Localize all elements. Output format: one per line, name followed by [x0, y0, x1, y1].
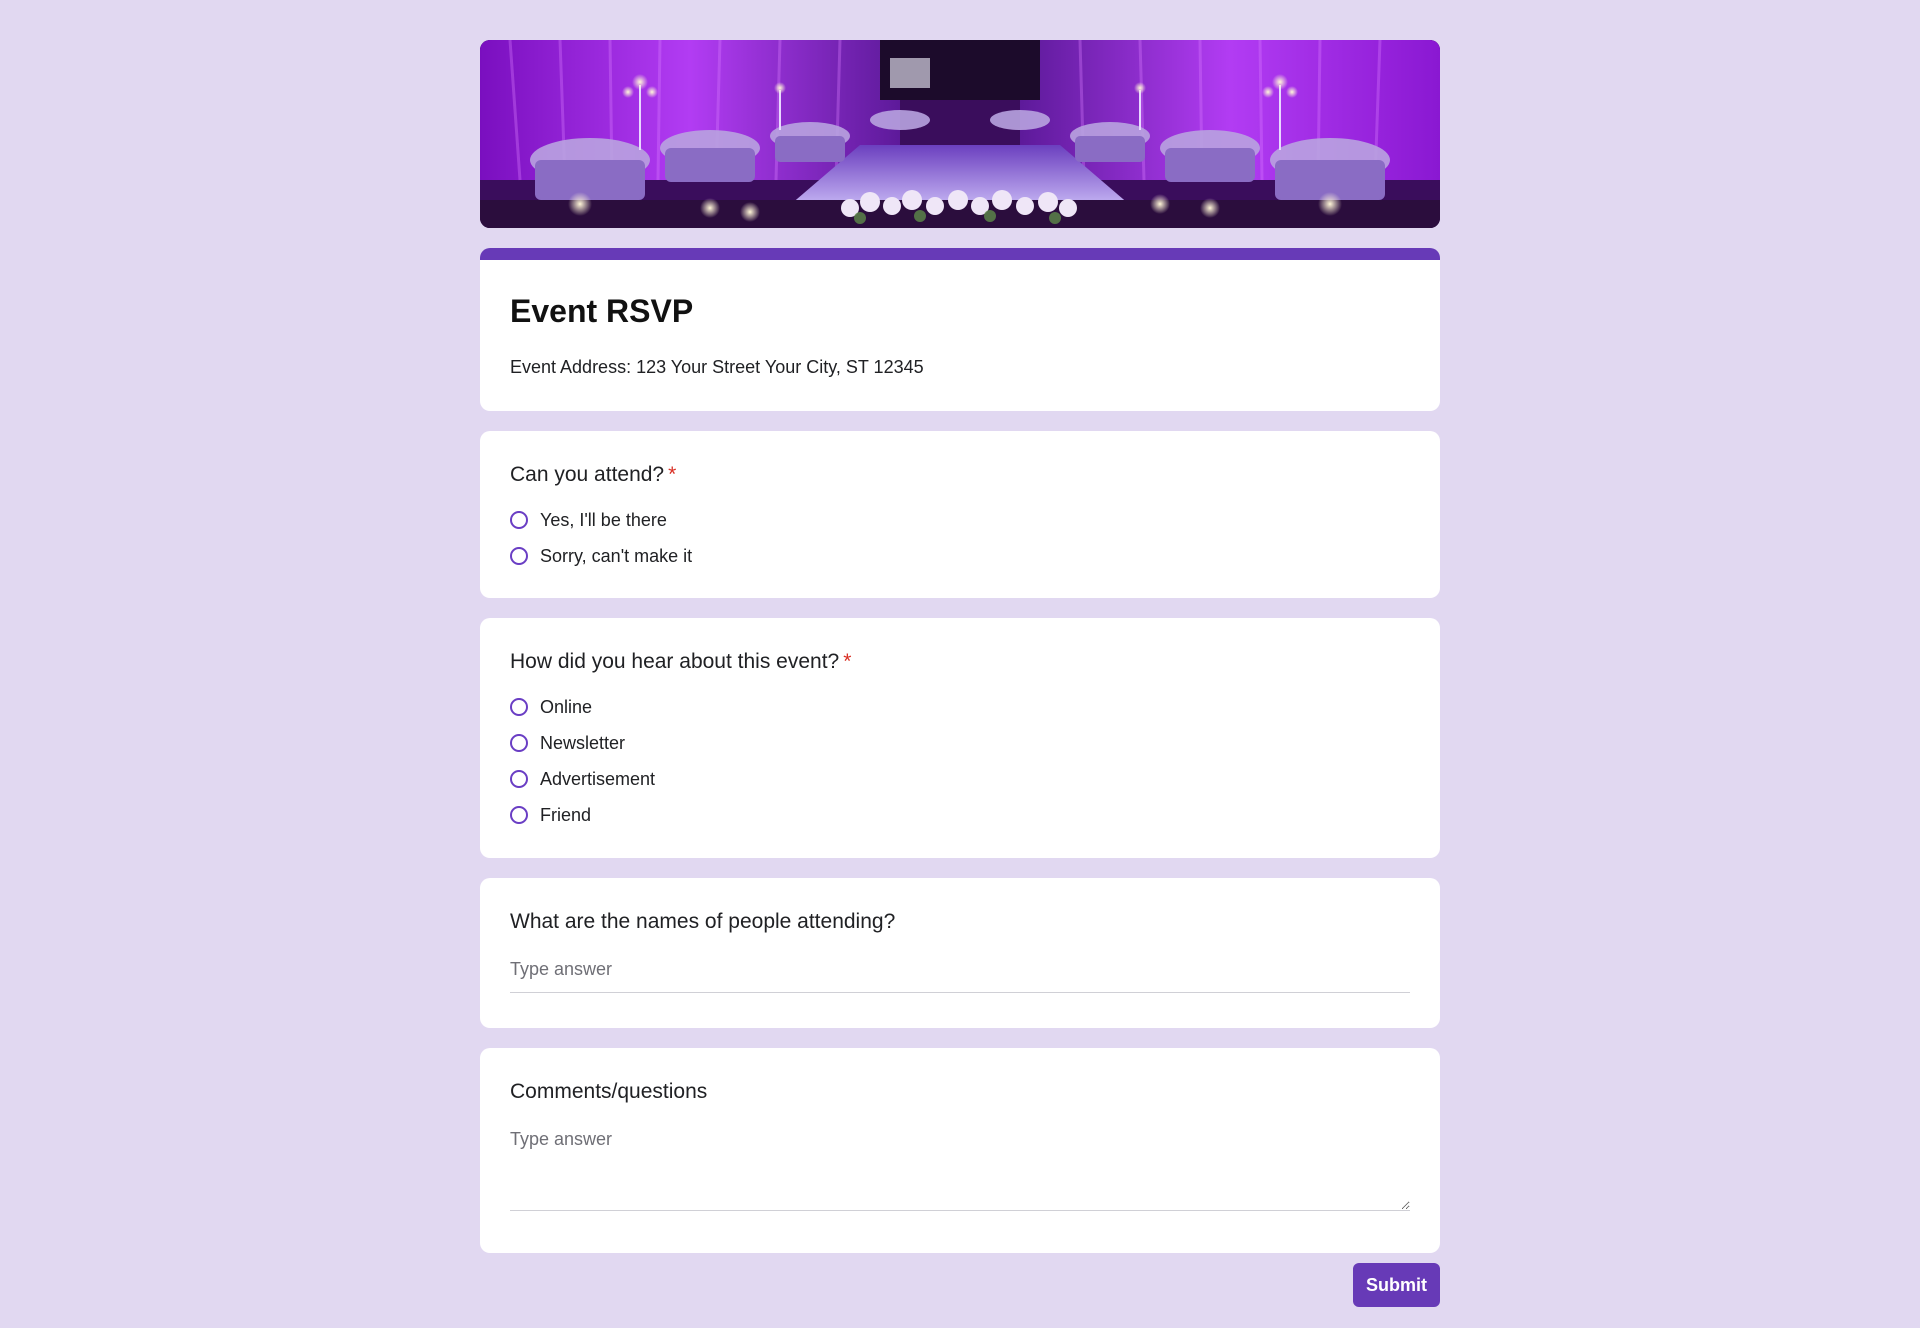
submit-button[interactable]: Submit [1353, 1263, 1440, 1307]
radio-button[interactable] [510, 770, 528, 788]
question-names-title: What are the names of people attending? [510, 910, 896, 933]
option-label: Newsletter [540, 732, 626, 753]
question-attend-title: Can you attend? * [510, 462, 1410, 488]
option-online[interactable]: Online [510, 689, 1410, 725]
question-attend-label: Can you attend? [510, 463, 665, 486]
radio-button[interactable] [510, 734, 528, 752]
event-hall-image [480, 40, 1440, 228]
option-yes-attending[interactable]: Yes, I'll be there [510, 502, 1410, 538]
option-label: Sorry, can't make it [540, 545, 693, 566]
radio-button[interactable] [510, 511, 528, 529]
form-header-card: Event RSVP Event Address: 123 Your Stree… [480, 248, 1440, 411]
radio-button[interactable] [510, 547, 528, 565]
option-advertisement[interactable]: Advertisement [510, 761, 1410, 797]
option-newsletter[interactable]: Newsletter [510, 725, 1410, 761]
option-label: Yes, I'll be there [540, 509, 667, 530]
question-hear-label: How did you hear about this event? [510, 650, 840, 673]
option-label: Friend [540, 804, 592, 825]
question-hear-title: How did you hear about this event? * [510, 649, 1410, 675]
form-container: Event RSVP Event Address: 123 Your Stree… [480, 40, 1440, 1307]
question-names-card: What are the names of people attending? [480, 878, 1440, 1028]
event-hall-banner-image [480, 40, 1440, 228]
radio-button[interactable] [510, 806, 528, 824]
form-description: Event Address: 123 Your Street Your City… [510, 357, 924, 377]
option-friend[interactable]: Friend [510, 797, 1410, 833]
question-comments-card: Comments/questions [480, 1048, 1440, 1253]
option-label: Advertisement [540, 768, 656, 789]
comments-textarea[interactable] [510, 1119, 1410, 1211]
attendee-names-input[interactable] [510, 949, 1410, 993]
radio-button[interactable] [510, 698, 528, 716]
option-not-attending[interactable]: Sorry, can't make it [510, 538, 1410, 574]
form-title: Event RSVP [510, 293, 694, 329]
required-asterisk: * [668, 463, 677, 486]
option-label: Online [540, 696, 593, 717]
question-hear-card: How did you hear about this event? * Onli… [480, 618, 1440, 858]
question-comments-title: Comments/questions [510, 1080, 708, 1103]
required-asterisk: * [843, 650, 852, 673]
question-attend-card: Can you attend? * Yes, I'll be there Sorr… [480, 431, 1440, 598]
submit-row: Submit [480, 1263, 1440, 1307]
